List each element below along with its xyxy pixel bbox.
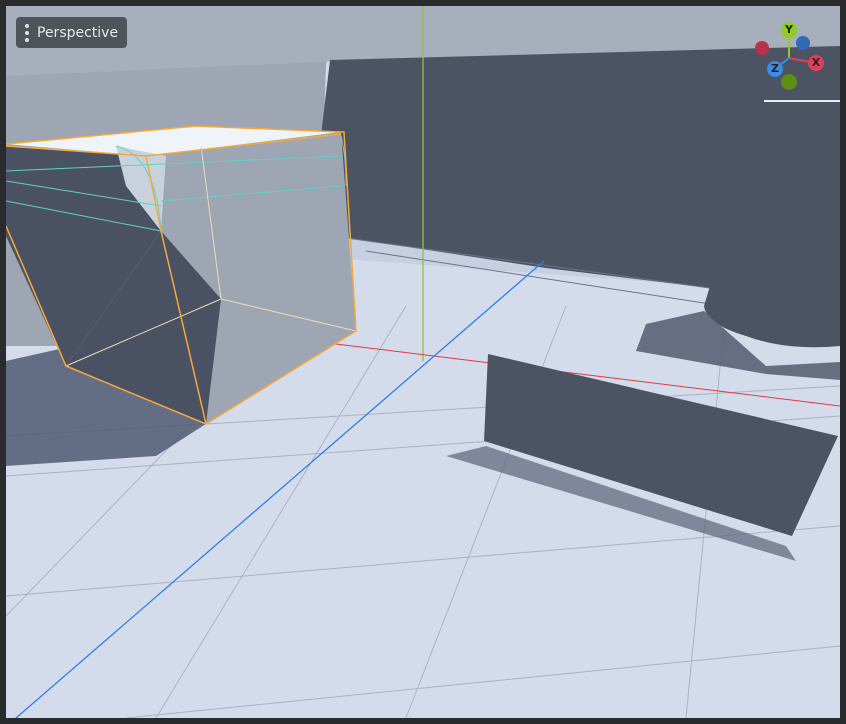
view-mode-menu-button[interactable]: Perspective [16,17,128,48]
gizmo-neg-x-handle[interactable] [755,41,769,55]
view-mode-label: Perspective [37,24,119,41]
gizmo-z-label: Z [771,62,779,75]
editor-frame: Perspective Y X Z [0,0,846,724]
3d-viewport[interactable]: Perspective Y X Z [6,6,840,718]
gizmo-y-label: Y [785,23,793,36]
gizmo-neg-z-handle[interactable] [796,36,810,50]
scene-render[interactable] [6,6,840,718]
gizmo-x-label: X [811,56,821,69]
kebab-menu-icon [25,23,29,42]
gizmo-neg-y-handle[interactable] [781,74,797,90]
orientation-gizmo[interactable]: Y X Z [744,20,834,100]
